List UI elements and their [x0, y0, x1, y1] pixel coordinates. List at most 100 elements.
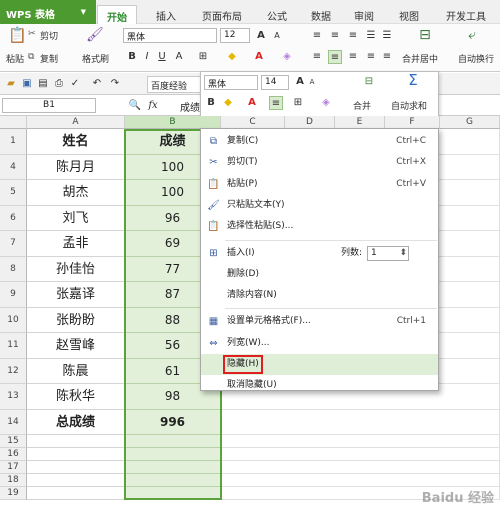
cell-name[interactable]: [27, 461, 125, 474]
align-bottom-icon[interactable]: ≡: [346, 29, 360, 43]
paste-icon[interactable]: 📋: [8, 28, 27, 46]
font-name-select[interactable]: 黑体: [123, 28, 217, 43]
align-left-icon[interactable]: ≡: [310, 50, 324, 64]
column-count-input[interactable]: 1 ⬍: [367, 245, 409, 261]
align-right-icon[interactable]: ≡: [346, 50, 360, 64]
row-header[interactable]: 1: [0, 129, 27, 155]
menu-item[interactable]: 取消隐藏(U): [201, 375, 438, 396]
shrink-font-icon[interactable]: A: [270, 29, 284, 43]
menu-item[interactable]: ⇔ 列宽(W)...: [201, 333, 438, 354]
formula-input[interactable]: 成绩: [180, 99, 200, 114]
cell-name[interactable]: [27, 435, 125, 448]
indent-icon[interactable]: ☰: [364, 29, 378, 43]
row-header[interactable]: 18: [0, 474, 27, 487]
mini-merge-button[interactable]: 合并: [353, 99, 371, 112]
mini-bold-icon[interactable]: B: [204, 96, 218, 110]
merge-center-button[interactable]: 合并居中: [402, 52, 438, 65]
cell-name[interactable]: 孟非: [27, 231, 125, 257]
font-color-icon[interactable]: A: [172, 50, 186, 64]
menu-item[interactable]: 📋 选择性粘贴(S)...: [201, 216, 438, 237]
clear-format-icon[interactable]: ◈: [280, 50, 294, 64]
tab-home[interactable]: 开始: [97, 5, 137, 24]
outdent-icon[interactable]: ☰: [380, 29, 394, 43]
mini-shrink-font-icon[interactable]: A: [305, 75, 319, 89]
empty-cells[interactable]: [221, 435, 500, 448]
mini-autosum-button[interactable]: 自动求和: [391, 99, 427, 112]
select-all-corner[interactable]: [0, 116, 27, 129]
row-header[interactable]: 6: [0, 205, 27, 231]
tab-page-layout[interactable]: 页面布局: [192, 5, 252, 24]
cut-button[interactable]: 剪切: [40, 29, 58, 42]
menu-item[interactable]: ✂ 剪切(T) Ctrl+X: [201, 152, 438, 173]
mini-merge-icon[interactable]: ⊟: [361, 75, 377, 91]
cell-name[interactable]: [27, 474, 125, 487]
mini-eraser-icon[interactable]: ◈: [319, 96, 333, 110]
bold-icon[interactable]: B: [125, 50, 139, 64]
row-header[interactable]: 14: [0, 409, 27, 435]
spinner-icon[interactable]: ⬍: [399, 247, 407, 260]
cell-name[interactable]: 刘飞: [27, 205, 125, 231]
wrap-text-icon[interactable]: ⤶: [463, 28, 481, 46]
tab-data[interactable]: 数据: [303, 5, 339, 24]
mini-size-select[interactable]: 14: [261, 75, 289, 90]
tab-formula[interactable]: 公式: [259, 5, 295, 24]
column-header-g[interactable]: G: [440, 116, 500, 129]
column-header-a[interactable]: A: [27, 116, 125, 129]
align-center-icon[interactable]: ≡: [328, 50, 342, 64]
mini-border-icon[interactable]: ⊞: [291, 96, 305, 110]
cell-score[interactable]: [125, 487, 221, 500]
cell-name[interactable]: 陈秋华: [27, 384, 125, 410]
cell-score[interactable]: [125, 448, 221, 461]
underline-icon[interactable]: U: [155, 50, 169, 64]
menu-item[interactable]: 清除内容(N): [201, 285, 438, 306]
row-header[interactable]: 16: [0, 448, 27, 461]
row-header[interactable]: 17: [0, 461, 27, 474]
menu-item[interactable]: 🖌 只粘贴文本(Y): [201, 195, 438, 216]
cell-score[interactable]: [125, 474, 221, 487]
format-painter-button[interactable]: 格式刷: [82, 52, 109, 65]
fill-color-icon[interactable]: ◆: [225, 50, 239, 64]
cell-name[interactable]: 姓名: [27, 129, 125, 155]
empty-cells[interactable]: [221, 409, 500, 435]
cell-name[interactable]: 陈月月: [27, 154, 125, 180]
menu-item[interactable]: 📋 粘贴(P) Ctrl+V: [201, 174, 438, 195]
row-header[interactable]: 7: [0, 231, 27, 257]
paste-button[interactable]: 粘贴: [6, 52, 24, 65]
undo-icon[interactable]: ↶: [90, 77, 104, 91]
row-header[interactable]: 15: [0, 435, 27, 448]
cell-score[interactable]: 996: [125, 409, 221, 435]
empty-cells[interactable]: [221, 474, 500, 487]
row-header[interactable]: 10: [0, 307, 27, 333]
row-header[interactable]: 4: [0, 154, 27, 180]
tab-review[interactable]: 审阅: [346, 5, 382, 24]
function-icon[interactable]: fx: [146, 99, 160, 113]
empty-cells[interactable]: [221, 461, 500, 474]
autosum-icon[interactable]: Σ: [405, 73, 421, 91]
cell-name[interactable]: 胡杰: [27, 180, 125, 206]
mini-font-select[interactable]: 黑体: [204, 75, 258, 90]
justify-icon[interactable]: ≡: [364, 50, 378, 64]
cell-name[interactable]: 张盼盼: [27, 307, 125, 333]
menu-item[interactable]: ⧉ 复制(C) Ctrl+C: [201, 131, 438, 152]
menu-item[interactable]: 删除(D): [201, 264, 438, 285]
auto-wrap-button[interactable]: 自动换行: [458, 52, 494, 65]
cell-name[interactable]: 总成绩: [27, 409, 125, 435]
row-header[interactable]: 12: [0, 358, 27, 384]
row-header[interactable]: 19: [0, 487, 27, 500]
distribute-icon[interactable]: ≡: [380, 50, 394, 64]
align-top-icon[interactable]: ≡: [310, 29, 324, 43]
grow-font-icon[interactable]: A: [254, 29, 268, 43]
row-header[interactable]: 5: [0, 180, 27, 206]
tab-view[interactable]: 视图: [391, 5, 427, 24]
cell-name[interactable]: 孙佳怡: [27, 256, 125, 282]
italic-icon[interactable]: I: [140, 50, 154, 64]
cell-score[interactable]: [125, 435, 221, 448]
copy-button[interactable]: 复制: [40, 52, 58, 65]
row-header[interactable]: 8: [0, 256, 27, 282]
mini-font-color-icon[interactable]: A: [245, 96, 259, 110]
name-box[interactable]: B1: [2, 98, 96, 113]
mini-align-center-icon[interactable]: ≡: [269, 96, 283, 110]
tab-developer[interactable]: 开发工具: [440, 5, 492, 24]
border-icon[interactable]: ⊞: [196, 50, 210, 64]
print-preview-icon[interactable]: ▤: [36, 77, 50, 91]
